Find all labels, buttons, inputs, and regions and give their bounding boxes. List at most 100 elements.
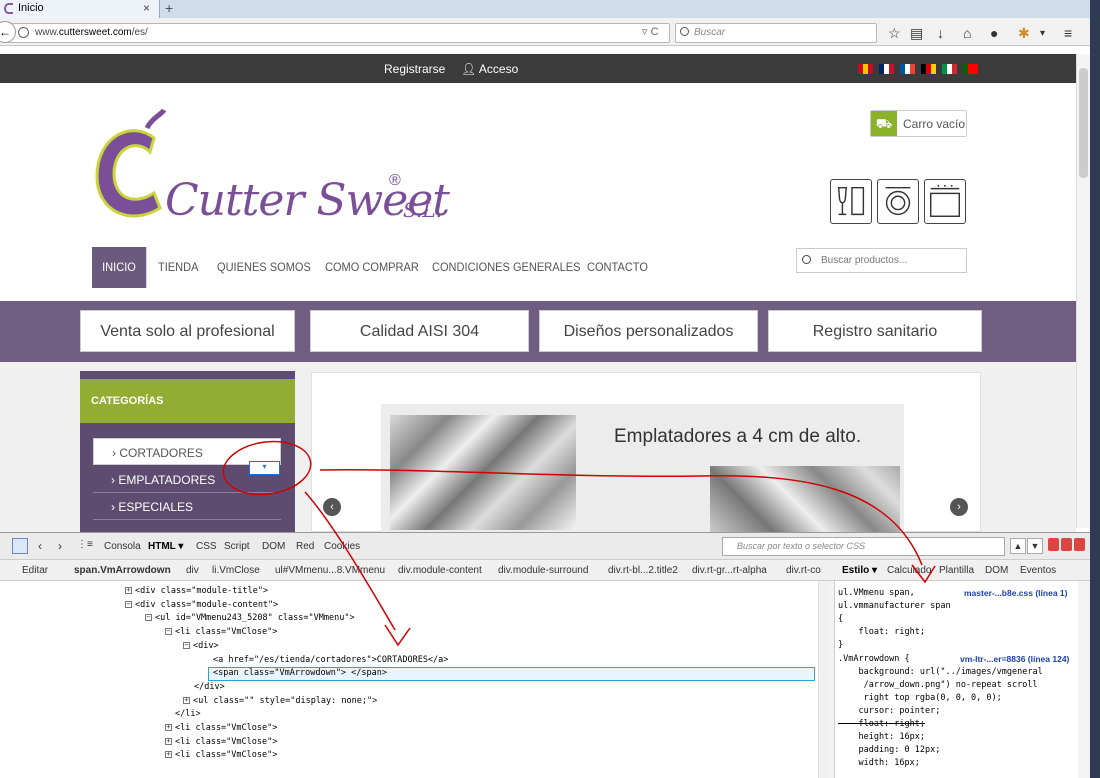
breadcrumb-item[interactable]: li.VmClose — [212, 565, 260, 576]
devtools-tab-network[interactable]: Red — [296, 541, 314, 552]
search-next-icon[interactable]: ▼ — [1027, 538, 1043, 554]
html-node-line[interactable]: − <div class="module-content"> — [125, 598, 278, 612]
breadcrumb-item[interactable]: div.rt-bl...2.title2 — [608, 565, 678, 576]
breadcrumb-item[interactable]: div.module-content — [398, 565, 482, 576]
extension-icon[interactable]: ✱ — [1018, 25, 1030, 42]
html-node-line[interactable]: − <ul id="VMmenu243_5208" class="VMmenu"> — [145, 611, 355, 625]
command-line-icon[interactable]: ⋮≡ — [77, 539, 93, 550]
category-item-especiales[interactable]: › ESPECIALES — [93, 493, 281, 520]
breadcrumb-item[interactable]: div.rt-gr...rt-alpha — [692, 565, 767, 576]
menu-item-contacto[interactable]: CONTACTO — [587, 247, 648, 288]
side-tab-dom[interactable]: DOM — [985, 565, 1008, 576]
css-rule-line[interactable]: height: 16px; — [838, 731, 925, 744]
star-icon[interactable]: ☆ — [888, 25, 901, 42]
collapse-icon[interactable]: − — [145, 614, 152, 622]
devtools-tab-dom[interactable]: DOM — [262, 541, 285, 552]
page-scrollbar[interactable] — [1076, 54, 1090, 528]
edit-button[interactable]: Editar — [22, 565, 48, 576]
expand-icon[interactable]: + — [165, 724, 172, 731]
menu-item-como-comprar[interactable]: COMO COMPRAR — [325, 247, 419, 288]
clipboard-icon[interactable]: ▤ — [910, 25, 923, 42]
category-arrow-down-icon[interactable]: ▾ — [249, 461, 280, 475]
collapse-icon[interactable]: − — [183, 641, 190, 649]
css-rule-line[interactable]: ul.vmmanufacturer span — [838, 600, 951, 613]
breadcrumb-item[interactable]: div.module-surround — [498, 565, 588, 576]
inspect-icon[interactable] — [12, 538, 28, 554]
html-node-line[interactable]: <a href="/es/tienda/cortadores">CORTADOR… — [213, 653, 448, 667]
css-source-link[interactable]: master-...b8e.css (línea 1) — [964, 588, 1067, 598]
breadcrumb-item[interactable]: span.VmArrowdown — [74, 565, 171, 576]
browser-search-input[interactable]: Buscar — [675, 23, 877, 43]
css-rule-line[interactable]: float: right; — [838, 626, 925, 639]
side-tab-style[interactable]: Estilo ▾ — [842, 565, 877, 576]
french-flag[interactable] — [900, 64, 915, 74]
close-devtools-icon[interactable] — [1074, 538, 1085, 551]
devtools-search-input[interactable]: Buscar por texto o selector CSS — [722, 537, 1005, 556]
german-flag[interactable] — [921, 64, 936, 74]
minimize-icon[interactable] — [1048, 538, 1059, 551]
side-tab-layout[interactable]: Plantilla — [939, 565, 974, 576]
home-icon[interactable]: ⌂ — [963, 25, 971, 41]
reload-icon[interactable]: ▿ C — [642, 25, 659, 38]
css-rule-line[interactable]: padding: 0 12px; — [838, 744, 940, 757]
breadcrumb-item[interactable]: div — [186, 565, 199, 576]
css-rule-line[interactable]: .VmArrowdown { — [838, 653, 910, 666]
product-search-input[interactable]: Buscar productos... — [796, 248, 967, 273]
devtools-tab-html[interactable]: HTML ▾ — [148, 541, 183, 552]
browser-tab[interactable]: Inicio × — [0, 0, 160, 18]
download-icon[interactable]: ↓ — [937, 25, 944, 41]
devtools-tab-css[interactable]: CSS — [196, 541, 217, 552]
url-bar[interactable]: www.cuttersweet.com/es/ — [4, 23, 670, 43]
cart-button[interactable]: ⛟ Carro vacío — [870, 110, 967, 137]
css-source-link[interactable]: vm-ltr-...er=8836 (línea 124) — [960, 654, 1069, 664]
side-tab-events[interactable]: Eventos — [1020, 565, 1056, 576]
breadcrumb-item[interactable]: ul#VMmenu...8.VMmenu — [275, 565, 385, 576]
menu-icon[interactable]: ≡ — [1064, 25, 1072, 41]
chat-icon[interactable]: ● — [990, 25, 998, 41]
html-node-line[interactable]: + <li class="VmClose"> — [165, 748, 277, 762]
new-tab-button[interactable]: + — [165, 0, 173, 16]
logo-c-icon[interactable] — [92, 108, 167, 228]
html-node-line[interactable]: + <ul class="" style="display: none;"> — [183, 694, 377, 708]
html-node-line[interactable]: </li> — [175, 707, 201, 721]
extension-dropdown-icon[interactable]: ▾ — [1040, 28, 1045, 39]
devtools-tab-cookies[interactable]: Cookies — [324, 541, 360, 552]
css-rule-line[interactable]: { — [838, 613, 843, 626]
uk-flag[interactable] — [879, 64, 894, 74]
search-prev-icon[interactable]: ▲ — [1010, 538, 1026, 554]
collapse-icon[interactable]: − — [125, 600, 132, 608]
register-link[interactable]: Registrarse — [384, 62, 445, 76]
html-node-line[interactable]: </div> — [194, 680, 225, 694]
back-arrow-icon[interactable]: ‹ — [38, 539, 42, 553]
menu-item-inicio[interactable]: INICIO — [92, 247, 146, 288]
collapse-icon[interactable]: − — [165, 628, 172, 636]
css-rule-line[interactable]: } — [838, 639, 843, 652]
menu-item-quienes-somos[interactable]: QUIENES SOMOS — [217, 247, 311, 288]
html-node-line[interactable]: − <div> — [183, 639, 219, 653]
html-node-line[interactable]: + <li class="VmClose"> — [165, 721, 277, 735]
expand-icon[interactable]: + — [183, 696, 190, 704]
menu-item-condiciones-generales[interactable]: CONDICIONES GENERALES — [432, 247, 580, 288]
html-tree-scrollbar[interactable] — [818, 581, 830, 778]
expand-icon[interactable]: + — [165, 751, 172, 759]
css-rule-line[interactable]: cursor: pointer; — [838, 705, 940, 718]
css-rule-line[interactable]: background: url("../images/vmgeneral — [838, 666, 1042, 679]
html-node-line[interactable]: + <div class="module-title"> — [125, 584, 268, 598]
side-tab-computed[interactable]: Calculado — [887, 565, 931, 576]
css-rule-line[interactable]: ul.VMmenu span, — [838, 587, 915, 600]
expand-icon[interactable]: + — [165, 737, 172, 745]
forward-arrow-icon[interactable]: › — [58, 539, 62, 553]
detach-icon[interactable] — [1061, 538, 1072, 551]
page-scroll-thumb[interactable] — [1079, 68, 1088, 178]
css-rule-line[interactable]: width: 16px; — [838, 757, 919, 770]
italian-flag[interactable] — [942, 64, 957, 74]
menu-item-tienda[interactable]: TIENDA — [158, 247, 198, 288]
login-link[interactable]: 👤︎ Acceso — [461, 62, 518, 76]
css-rule-line[interactable]: right top rgba(0, 0, 0, 0); — [838, 692, 1002, 705]
html-node-line[interactable]: + <li class="VmClose"> — [165, 735, 277, 749]
html-node-line[interactable]: <span class="VmArrowdown"> </span> — [213, 666, 387, 680]
spanish-flag[interactable] — [858, 64, 873, 74]
portuguese-flag[interactable] — [963, 64, 978, 74]
devtools-tab-console[interactable]: Consola — [104, 541, 141, 552]
devtools-tab-script[interactable]: Script — [224, 541, 250, 552]
